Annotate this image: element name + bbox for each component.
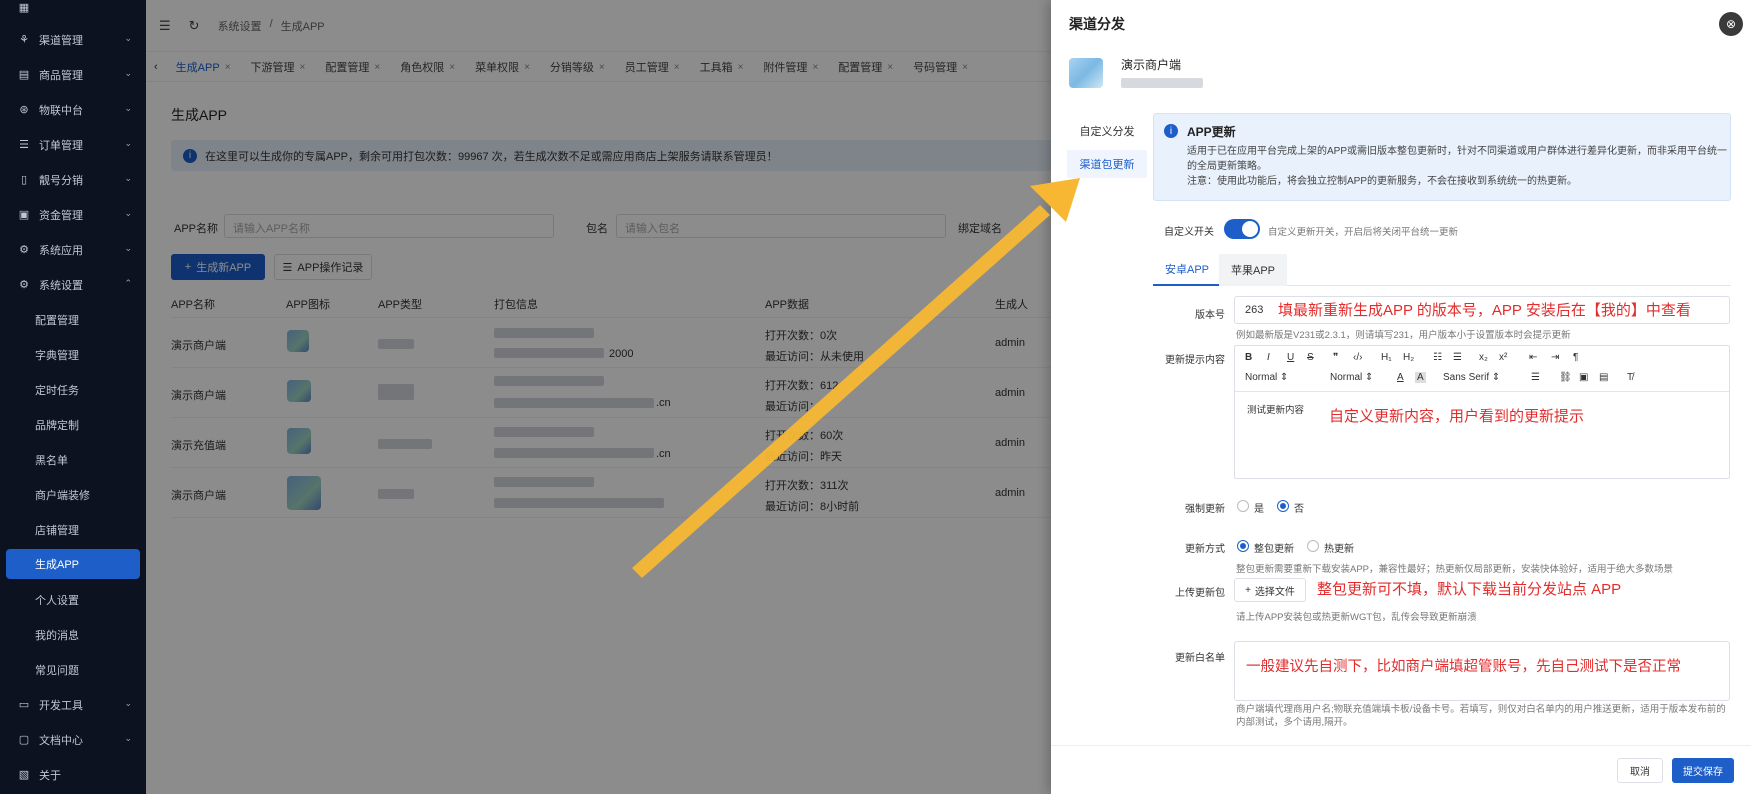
- arrow-shaft: [632, 205, 1050, 578]
- annotation-arrow: [632, 178, 1080, 578]
- screen: ▦ ⚘ 渠道管理 ⌄ ▤ 商品管理 ⌄ ⊛ 物联中台 ⌄ ☰ 订单管理 ⌄ ▯ 靓号分销 ⌄ ▣ 资金…: [0, 0, 1751, 794]
